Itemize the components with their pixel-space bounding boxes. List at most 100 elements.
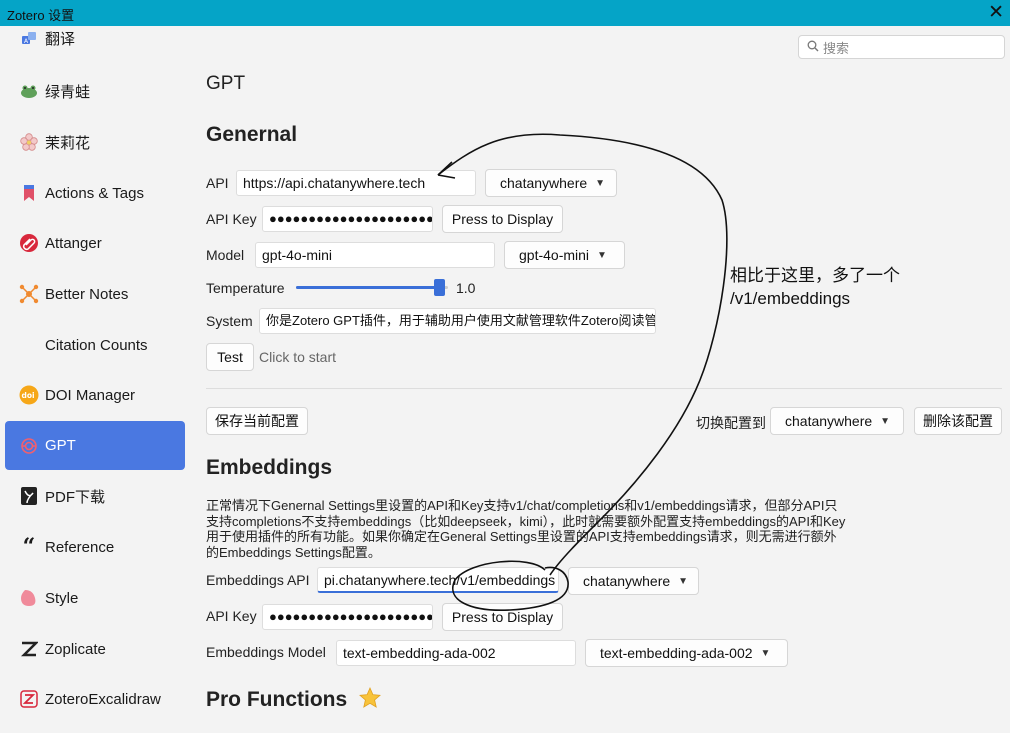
sidebar-item-label: Attanger	[45, 234, 102, 252]
embeddings-description: 正常情况下Genernal Settings里设置的API和Key支持v1/ch…	[206, 498, 846, 560]
embeddings-model-label: Embeddings Model	[206, 644, 326, 660]
sidebar-item-zotero-excalidraw[interactable]: ZoteroExcalidraw	[5, 676, 185, 722]
slider-thumb[interactable]	[433, 279, 445, 296]
chevron-down-icon: ▼	[597, 249, 607, 261]
sidebar-item-label: ZoteroExcalidraw	[45, 690, 161, 708]
bookmark-icon	[19, 183, 39, 203]
chevron-down-icon: ▼	[595, 177, 606, 189]
sidebar-item-label: Better Notes	[45, 285, 129, 303]
page-title: GPT	[206, 73, 246, 94]
embeddings-model-select[interactable]: text-embedding-ada-002 ▼	[585, 639, 788, 667]
system-label: System	[206, 313, 253, 329]
pro-functions-title: Pro Functions	[206, 688, 348, 711]
sidebar-item-actions-tags[interactable]: Actions & Tags	[5, 170, 185, 216]
sidebar-item-better-notes[interactable]: Better Notes	[5, 271, 185, 317]
slider-fill	[296, 286, 439, 289]
test-button[interactable]: Test	[206, 343, 254, 371]
embeddings-heading: Embeddings	[206, 456, 333, 479]
sidebar-item-frog[interactable]: 绿青蛙	[5, 68, 185, 114]
sidebar-item-reference[interactable]: “ Reference	[5, 524, 185, 570]
sidebar-item-pdf-download[interactable]: PDF下载	[5, 473, 185, 519]
sidebar-item-style[interactable]: Style	[5, 575, 185, 621]
sidebar-item-jasmine[interactable]: 茉莉花	[5, 119, 185, 165]
pro-functions-heading: Pro Functions	[206, 687, 381, 715]
frog-icon	[19, 81, 39, 101]
svg-text:doi: doi	[22, 391, 35, 400]
select-value: chatanywhere	[500, 175, 588, 191]
paperclip-icon	[19, 233, 39, 253]
sidebar-item-label: Style	[45, 589, 79, 607]
test-status: Click to start	[259, 349, 337, 365]
handwritten-annotation: 相比于这里，多了一个 /v1/embeddings	[730, 264, 900, 310]
temperature-value: 1.0	[456, 280, 476, 296]
sidebar-item-label: 茉莉花	[45, 134, 91, 152]
api-label: API	[206, 175, 229, 191]
select-value: text-embedding-ada-002	[600, 645, 753, 661]
search-placeholder: 搜索	[823, 40, 850, 56]
sidebar-item-label: 翻译	[45, 30, 76, 48]
notes-network-icon	[19, 284, 39, 304]
translate-icon: A	[19, 28, 39, 48]
palette-icon	[19, 588, 39, 608]
star-icon	[359, 687, 381, 715]
jasmine-flower-icon	[19, 132, 39, 152]
delete-config-button[interactable]: 删除该配置	[914, 407, 1002, 435]
close-icon[interactable]: ✕	[988, 1, 1004, 24]
annotation-line-2: /v1/embeddings	[730, 289, 851, 308]
excalidraw-icon	[19, 689, 39, 709]
model-select[interactable]: gpt-4o-mini ▼	[504, 241, 625, 269]
general-heading: Genernal	[206, 123, 298, 146]
blank-icon	[19, 335, 39, 355]
annotation-line-1: 相比于这里，多了一个	[730, 266, 900, 285]
chevron-down-icon: ▼	[678, 575, 689, 587]
select-value: chatanywhere	[785, 413, 873, 429]
sidebar-item-gpt[interactable]: GPT	[5, 421, 185, 470]
doi-icon: doi	[19, 385, 39, 405]
embeddings-provider-select[interactable]: chatanywhere ▼	[568, 567, 699, 595]
model-label: Model	[206, 247, 245, 263]
sidebar-item-label: Actions & Tags	[45, 184, 144, 202]
temperature-slider[interactable]	[296, 286, 448, 289]
sidebar-item-label: 绿青蛙	[45, 83, 91, 101]
sidebar-item-label: DOI Manager	[45, 386, 136, 404]
sidebar-item-zoplicate[interactable]: Zoplicate	[5, 626, 185, 672]
sidebar-item-label: Reference	[45, 538, 115, 556]
quote-icon: “	[22, 534, 36, 560]
save-config-button[interactable]: 保存当前配置	[206, 407, 308, 435]
search-input[interactable]: 搜索	[798, 35, 1005, 59]
system-prompt-input[interactable]: 你是Zotero GPT插件，用于辅助用户使用文献管理软件Zotero阅读管理	[259, 308, 656, 334]
chevron-down-icon: ▼	[880, 415, 891, 427]
sidebar-item-label: Zoplicate	[45, 640, 106, 658]
pdf-download-icon	[19, 486, 39, 506]
sidebar-item-label: GPT	[45, 437, 76, 454]
sidebar-item-translate[interactable]: A 翻译	[5, 15, 185, 61]
sidebar-item-attanger[interactable]: Attanger	[5, 220, 185, 266]
sidebar: A 翻译 绿青蛙 茉莉花 Actions & Tags Attanger Bet…	[0, 26, 192, 733]
select-value: gpt-4o-mini	[519, 247, 590, 263]
api-provider-select[interactable]: chatanywhere ▼	[485, 169, 617, 197]
embeddings-api-key-label: API Key	[206, 608, 257, 624]
sidebar-item-doi-manager[interactable]: doi DOI Manager	[5, 372, 185, 418]
press-to-display-button[interactable]: Press to Display	[442, 205, 563, 233]
model-input[interactable]: gpt-4o-mini	[255, 242, 495, 268]
embeddings-api-label: Embeddings API	[206, 572, 310, 588]
api-input[interactable]: https://api.chatanywhere.tech	[236, 170, 476, 196]
section-divider	[206, 388, 1002, 389]
search-icon	[807, 40, 819, 55]
sidebar-item-citation-counts[interactable]: Citation Counts	[5, 322, 185, 368]
api-key-label: API Key	[206, 211, 257, 227]
switch-config-select[interactable]: chatanywhere ▼	[770, 407, 904, 435]
embeddings-api-key-input[interactable]: ●●●●●●●●●●●●●●●●●●●●●●	[262, 604, 433, 630]
select-value: chatanywhere	[583, 573, 671, 589]
sidebar-item-label: Citation Counts	[45, 336, 148, 354]
temperature-label: Temperature	[206, 280, 285, 296]
chevron-down-icon: ▼	[760, 647, 771, 659]
embeddings-model-input[interactable]: text-embedding-ada-002	[336, 640, 576, 666]
api-key-input[interactable]: ●●●●●●●●●●●●●●●●●●●●●●	[262, 206, 433, 232]
openai-icon	[19, 436, 39, 456]
switch-config-label: 切换配置到	[696, 415, 766, 431]
sidebar-item-label: PDF下载	[45, 488, 106, 506]
embeddings-press-to-display-button[interactable]: Press to Display	[442, 603, 563, 631]
zoplicate-icon	[19, 639, 39, 659]
embeddings-api-input[interactable]: pi.chatanywhere.tech/v1/embeddings	[317, 567, 559, 593]
